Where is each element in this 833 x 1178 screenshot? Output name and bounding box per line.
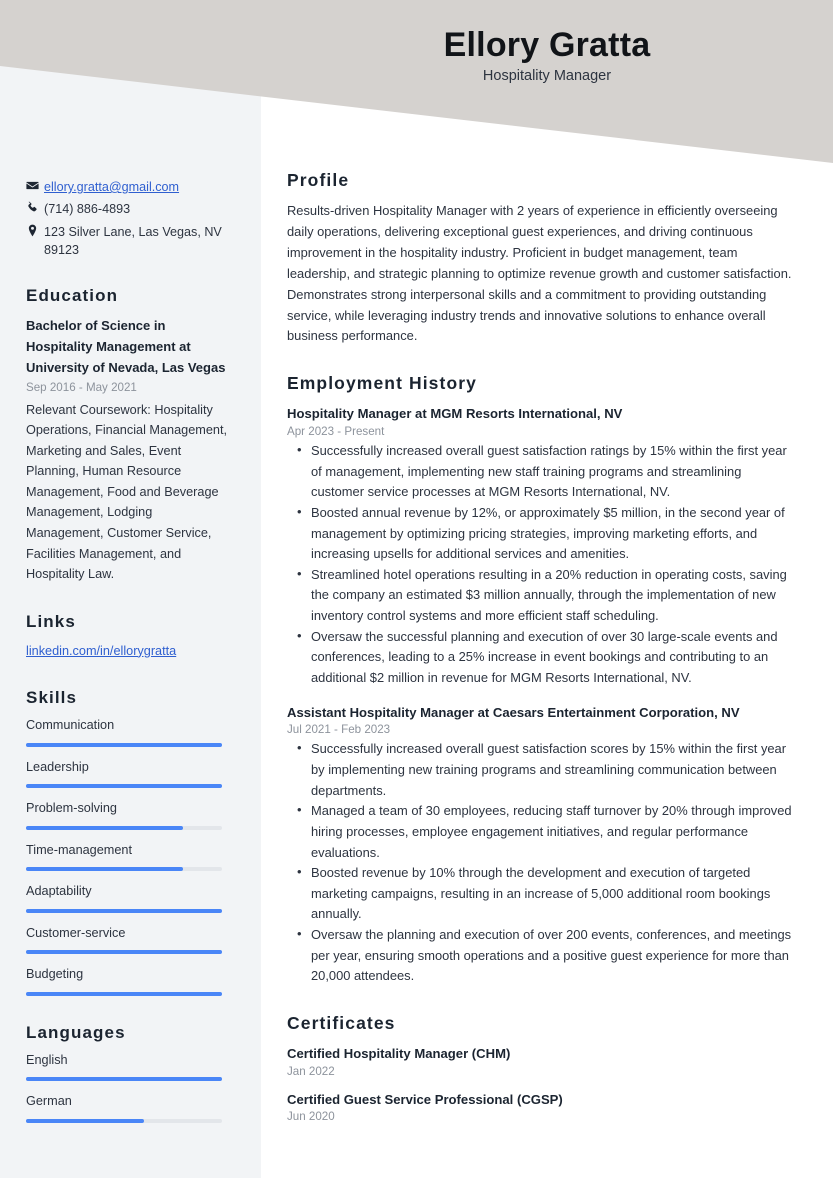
education-title: Bachelor of Science in Hospitality Manag…	[26, 318, 226, 376]
certificate-entry: Certified Hospitality Manager (CHM) Jan 2…	[287, 1044, 793, 1078]
contact-address-text: 123 Silver Lane, Las Vegas, NV 89123	[44, 224, 222, 257]
skill-label: Leadership	[26, 759, 89, 774]
job-date: Jul 2021 - Feb 2023	[287, 723, 391, 737]
jobs-list: Hospitality Manager at MGM Resorts Inter…	[287, 404, 793, 987]
skill-item: Customer-service	[26, 925, 233, 955]
email-link[interactable]: ellory.gratta@gmail.com	[44, 180, 179, 194]
skill-item: Problem-solving	[26, 800, 233, 830]
contact-email: ellory.gratta@gmail.com	[26, 178, 233, 196]
education-heading: Education	[26, 286, 119, 305]
job-bullet: Streamlined hotel operations resulting i…	[287, 564, 793, 627]
certificate-date: Jun 2020	[287, 1110, 335, 1124]
language-item: English	[26, 1052, 233, 1082]
skill-item: Leadership	[26, 759, 233, 789]
certificate-date: Jan 2022	[287, 1064, 335, 1078]
certificates-list: Certified Hospitality Manager (CHM) Jan 2…	[287, 1044, 793, 1123]
education-date: Sep 2016 - May 2021	[26, 381, 137, 395]
education-entry: Bachelor of Science in Hospitality Manag…	[26, 315, 233, 585]
job-bullet: Oversaw the successful planning and exec…	[287, 626, 793, 689]
contact-address: 123 Silver Lane, Las Vegas, NV 89123	[26, 223, 233, 260]
language-label: English	[26, 1052, 68, 1067]
certificates-heading: Certificates	[287, 1013, 396, 1033]
job-title: Assistant Hospitality Manager at Caesars…	[287, 704, 740, 720]
candidate-name: Ellory Gratta	[443, 26, 651, 64]
envelope-icon	[26, 178, 44, 192]
map-pin-icon	[26, 223, 44, 237]
skill-level-fill	[26, 784, 222, 789]
skill-label: Customer-service	[26, 925, 126, 940]
education-description: Relevant Coursework: Hospitality Operati…	[26, 402, 227, 582]
employment-section: Employment History Hospitality Manager a…	[287, 373, 793, 987]
link-item: linkedin.com/in/ellorygratta	[26, 641, 233, 661]
job-date: Apr 2023 - Present	[287, 424, 385, 438]
certificate-title: Certified Guest Service Professional (CG…	[287, 1091, 563, 1107]
profile-text: Results-driven Hospitality Manager with …	[287, 203, 792, 344]
language-level-fill	[26, 1118, 144, 1123]
contact-list: ellory.gratta@gmail.com (714) 886-4893 1…	[26, 178, 233, 259]
profile-section: Profile Results-driven Hospitality Manag…	[287, 170, 793, 347]
skill-level-fill	[26, 867, 183, 872]
certificate-title: Certified Hospitality Manager (CHM)	[287, 1046, 511, 1061]
skill-level-fill	[26, 950, 222, 955]
language-label: German	[26, 1094, 72, 1109]
job-entry: Assistant Hospitality Manager at Caesars…	[287, 703, 793, 987]
skill-level-track	[26, 950, 222, 955]
job-bullets: Successfully increased overall guest sat…	[287, 738, 793, 987]
skill-level-track	[26, 784, 222, 789]
job-bullets: Successfully increased overall guest sat…	[287, 440, 793, 689]
job-entry: Hospitality Manager at MGM Resorts Inter…	[287, 404, 793, 688]
skills-heading: Skills	[26, 688, 78, 708]
language-level-track	[26, 1077, 222, 1082]
skill-item: Budgeting	[26, 966, 233, 996]
job-title: Hospitality Manager at MGM Resorts Inter…	[287, 406, 623, 422]
skill-level-fill	[26, 908, 222, 913]
contact-phone-text: (714) 886-4893	[44, 202, 131, 217]
sidebar: ellory.gratta@gmail.com (714) 886-4893 1…	[0, 0, 261, 1135]
candidate-job-title: Hospitality Manager	[482, 68, 612, 85]
skill-level-fill	[26, 742, 222, 747]
skill-level-track	[26, 908, 222, 913]
phone-icon	[26, 200, 44, 214]
skill-level-track	[26, 825, 222, 830]
skill-level-track	[26, 867, 222, 872]
job-bullet: Successfully increased overall guest sat…	[287, 738, 793, 801]
language-level-track	[26, 1118, 222, 1123]
language-level-fill	[26, 1077, 222, 1082]
skill-level-fill	[26, 825, 183, 830]
skill-label: Budgeting	[26, 967, 84, 982]
skill-level-track	[26, 991, 222, 996]
skill-item: Adaptability	[26, 883, 233, 913]
skill-level-track	[26, 742, 222, 747]
employment-heading: Employment History	[287, 373, 477, 394]
contact-email-text: ellory.gratta@gmail.com	[44, 178, 233, 196]
job-bullet: Boosted annual revenue by 12%, or approx…	[287, 502, 793, 565]
resume-document: Ellory Gratta Hospitality Manager ellory…	[0, 0, 833, 1178]
skills-list: Communication Leadership Problem-solving Ti…	[26, 717, 233, 996]
job-bullet: Successfully increased overall guest sat…	[287, 440, 793, 503]
skill-level-fill	[26, 991, 222, 996]
skill-item: Communication	[26, 717, 233, 747]
skill-label: Communication	[26, 718, 115, 733]
languages-heading: Languages	[26, 1022, 126, 1042]
job-bullet: Managed a team of 30 employees, reducing…	[287, 800, 793, 863]
skill-item: Time-management	[26, 842, 233, 872]
certificates-section: Certificates Certified Hospitality Manag…	[287, 1013, 793, 1123]
job-bullet: Boosted revenue by 10% through the devel…	[287, 862, 793, 925]
skill-label: Problem-solving	[26, 801, 117, 816]
skill-label: Time-management	[26, 842, 133, 857]
skill-label: Adaptability	[26, 884, 92, 899]
contact-phone: (714) 886-4893	[26, 200, 233, 218]
links-heading: Links	[26, 611, 76, 631]
certificate-entry: Certified Guest Service Professional (CG…	[287, 1090, 793, 1124]
language-item: German	[26, 1093, 233, 1123]
linkedin-link[interactable]: linkedin.com/in/ellorygratta	[26, 644, 176, 658]
languages-list: English German	[26, 1052, 233, 1123]
job-bullet: Oversaw the planning and execution of ov…	[287, 924, 793, 987]
